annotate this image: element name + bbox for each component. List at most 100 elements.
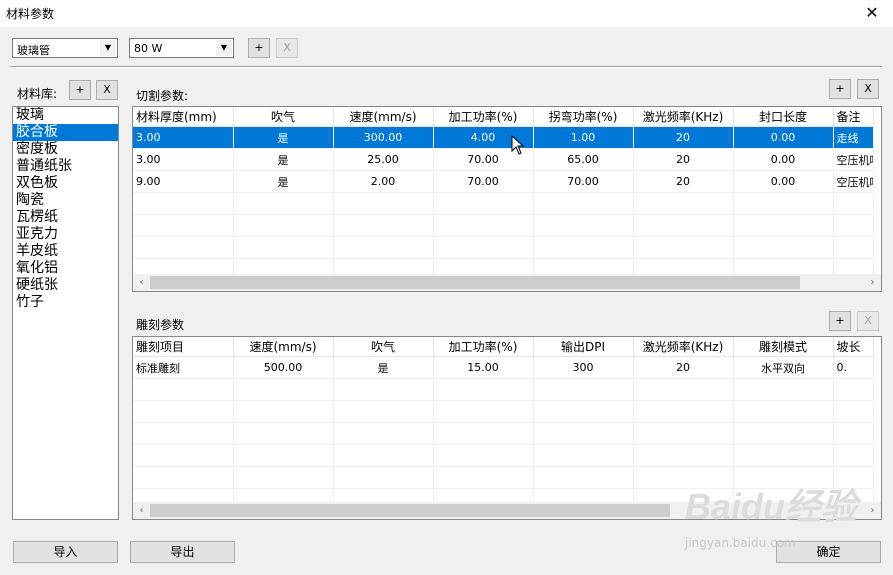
table-row[interactable]: 3.00是25.0070.0065.00200.00空压机吹 [133, 148, 874, 171]
table-cell[interactable]: 0.00 [733, 126, 834, 149]
list-item[interactable]: 亚克力 [13, 226, 118, 243]
column-header[interactable]: 雕刻项目 [133, 337, 234, 357]
add-material-button[interactable]: + [69, 80, 91, 100]
table-row[interactable]: 3.00 是 300.00 4.00 1.00 20 0.00 走线 [133, 126, 874, 149]
remove-engraving-button[interactable]: X [857, 311, 879, 331]
list-item[interactable]: 双色板 [13, 175, 118, 192]
cutting-table[interactable]: 材料厚度(mm) 吹气 速度(mm/s) 加工功率(%) 拐弯功率(%) 激光频率(KHz… [132, 106, 882, 292]
list-item[interactable]: 硬纸张 [13, 277, 118, 294]
import-button[interactable]: 导入 [13, 541, 118, 563]
list-item[interactable]: 普通纸张 [13, 158, 118, 175]
remove-cutting-button[interactable]: X [857, 79, 879, 99]
table-cell[interactable]: 20 [633, 170, 734, 193]
list-item[interactable]: 陶瓷 [13, 192, 118, 209]
list-item[interactable]: 密度板 [13, 141, 118, 158]
column-header[interactable]: 速度(mm/s) [333, 107, 434, 127]
table-cell[interactable]: 是 [233, 148, 334, 171]
scroll-left-icon[interactable]: ‹ [133, 274, 150, 291]
table-cell[interactable]: 70.00 [433, 170, 534, 193]
column-header[interactable]: 激光频率(KHz) [633, 337, 734, 357]
empty-row [133, 422, 874, 445]
column-header[interactable]: 输出DPI [533, 337, 634, 357]
column-header[interactable]: 加工功率(%) [433, 107, 534, 127]
table-row[interactable]: 9.00是2.0070.0070.00200.00空压机吹 [133, 170, 874, 193]
column-header[interactable]: 拐弯功率(%) [533, 107, 634, 127]
table-cell[interactable]: 0.00 [733, 148, 834, 171]
table-cell[interactable]: 300.00 [333, 126, 434, 149]
table-cell[interactable]: 是 [233, 126, 334, 149]
add-cutting-button[interactable]: + [829, 79, 851, 99]
cutting-hscrollbar[interactable]: ‹ › [133, 274, 881, 291]
table-cell[interactable]: 500.00 [233, 356, 334, 379]
column-header[interactable]: 备注 [833, 107, 874, 127]
table-cell[interactable]: 300 [533, 356, 634, 379]
empty-row [133, 378, 874, 401]
cutting-label: 切割参数: [136, 89, 189, 103]
list-item[interactable]: 羊皮纸 [13, 243, 118, 260]
table-cell[interactable]: 0.00 [733, 170, 834, 193]
list-item[interactable]: 胶合板 [13, 124, 118, 141]
table-cell[interactable]: 2.00 [333, 170, 434, 193]
column-header[interactable]: 吹气 [333, 337, 434, 357]
list-item[interactable]: 玻璃 [13, 107, 118, 124]
table-cell[interactable]: 空压机吹 [833, 148, 874, 171]
table-cell[interactable]: 1.00 [533, 126, 634, 149]
library-label: 材料库: [17, 87, 58, 101]
column-header[interactable]: 速度(mm/s) [233, 337, 334, 357]
table-cell[interactable]: 3.00 [133, 126, 234, 149]
list-item[interactable]: 竹子 [13, 294, 118, 311]
laser-power-value: 80 W [134, 42, 163, 55]
chevron-down-icon: ▼ [216, 40, 232, 56]
column-header[interactable]: 吹气 [233, 107, 334, 127]
material-type-value: 玻璃管 [17, 44, 50, 57]
table-cell[interactable]: 走线 [833, 126, 874, 149]
table-cell[interactable]: 20 [633, 356, 734, 379]
column-header[interactable]: 雕刻模式 [733, 337, 834, 357]
table-row[interactable]: 标准雕刻 500.00 是 15.00 300 20 水平双向 0. [133, 356, 874, 379]
table-cell[interactable]: 标准雕刻 [133, 356, 234, 379]
table-cell[interactable]: 是 [233, 170, 334, 193]
column-header[interactable]: 激光频率(KHz) [633, 107, 734, 127]
table-cell[interactable]: 空压机吹 [833, 170, 874, 193]
column-header[interactable]: 坡长 [833, 337, 874, 357]
scroll-right-icon[interactable]: › [864, 274, 881, 291]
remove-type-button[interactable]: X [276, 38, 298, 58]
add-type-button[interactable]: + [248, 38, 270, 58]
table-cell[interactable]: 水平双向 [733, 356, 834, 379]
scroll-left-icon[interactable]: ‹ [133, 502, 150, 519]
table-cell[interactable]: 70.00 [533, 170, 634, 193]
column-header[interactable]: 加工功率(%) [433, 337, 534, 357]
laser-power-combo[interactable]: 80 W ▼ [129, 38, 234, 58]
list-item[interactable]: 氧化铝 [13, 260, 118, 277]
close-icon[interactable]: ✕ [860, 2, 884, 24]
export-button[interactable]: 导出 [130, 541, 235, 563]
empty-row [133, 192, 874, 215]
divider [10, 66, 882, 68]
table-cell[interactable]: 65.00 [533, 148, 634, 171]
empty-row [133, 400, 874, 423]
table-cell[interactable]: 25.00 [333, 148, 434, 171]
column-header[interactable]: 封口长度 [733, 107, 834, 127]
empty-row [133, 236, 874, 259]
add-engraving-button[interactable]: + [829, 311, 851, 331]
column-header[interactable]: 材料厚度(mm) [133, 107, 234, 127]
material-type-combo[interactable]: 玻璃管 ▼ [12, 38, 118, 58]
chevron-down-icon: ▼ [100, 40, 116, 56]
table-cell[interactable]: 20 [633, 126, 734, 149]
scroll-thumb[interactable] [150, 504, 670, 517]
table-cell[interactable]: 3.00 [133, 148, 234, 171]
watermark-url: jingyan.baidu.com [685, 536, 796, 550]
watermark: Baidu经验 jingyan.baidu.com [685, 478, 885, 553]
mouse-cursor-icon [511, 135, 525, 155]
material-list[interactable]: 玻璃 胶合板 密度板 普通纸张 双色板 陶瓷 瓦楞纸 亚克力 羊皮纸 氧化铝 硬纸张 竹子 [12, 106, 119, 520]
remove-material-button[interactable]: X [96, 80, 118, 100]
scroll-thumb[interactable] [150, 276, 800, 289]
window-title: 材料参数 [6, 7, 55, 21]
table-cell[interactable]: 0. [833, 356, 874, 379]
list-item[interactable]: 瓦楞纸 [13, 209, 118, 226]
empty-row [133, 214, 874, 237]
table-cell[interactable]: 9.00 [133, 170, 234, 193]
table-cell[interactable]: 20 [633, 148, 734, 171]
table-cell[interactable]: 15.00 [433, 356, 534, 379]
table-cell[interactable]: 是 [333, 356, 434, 379]
